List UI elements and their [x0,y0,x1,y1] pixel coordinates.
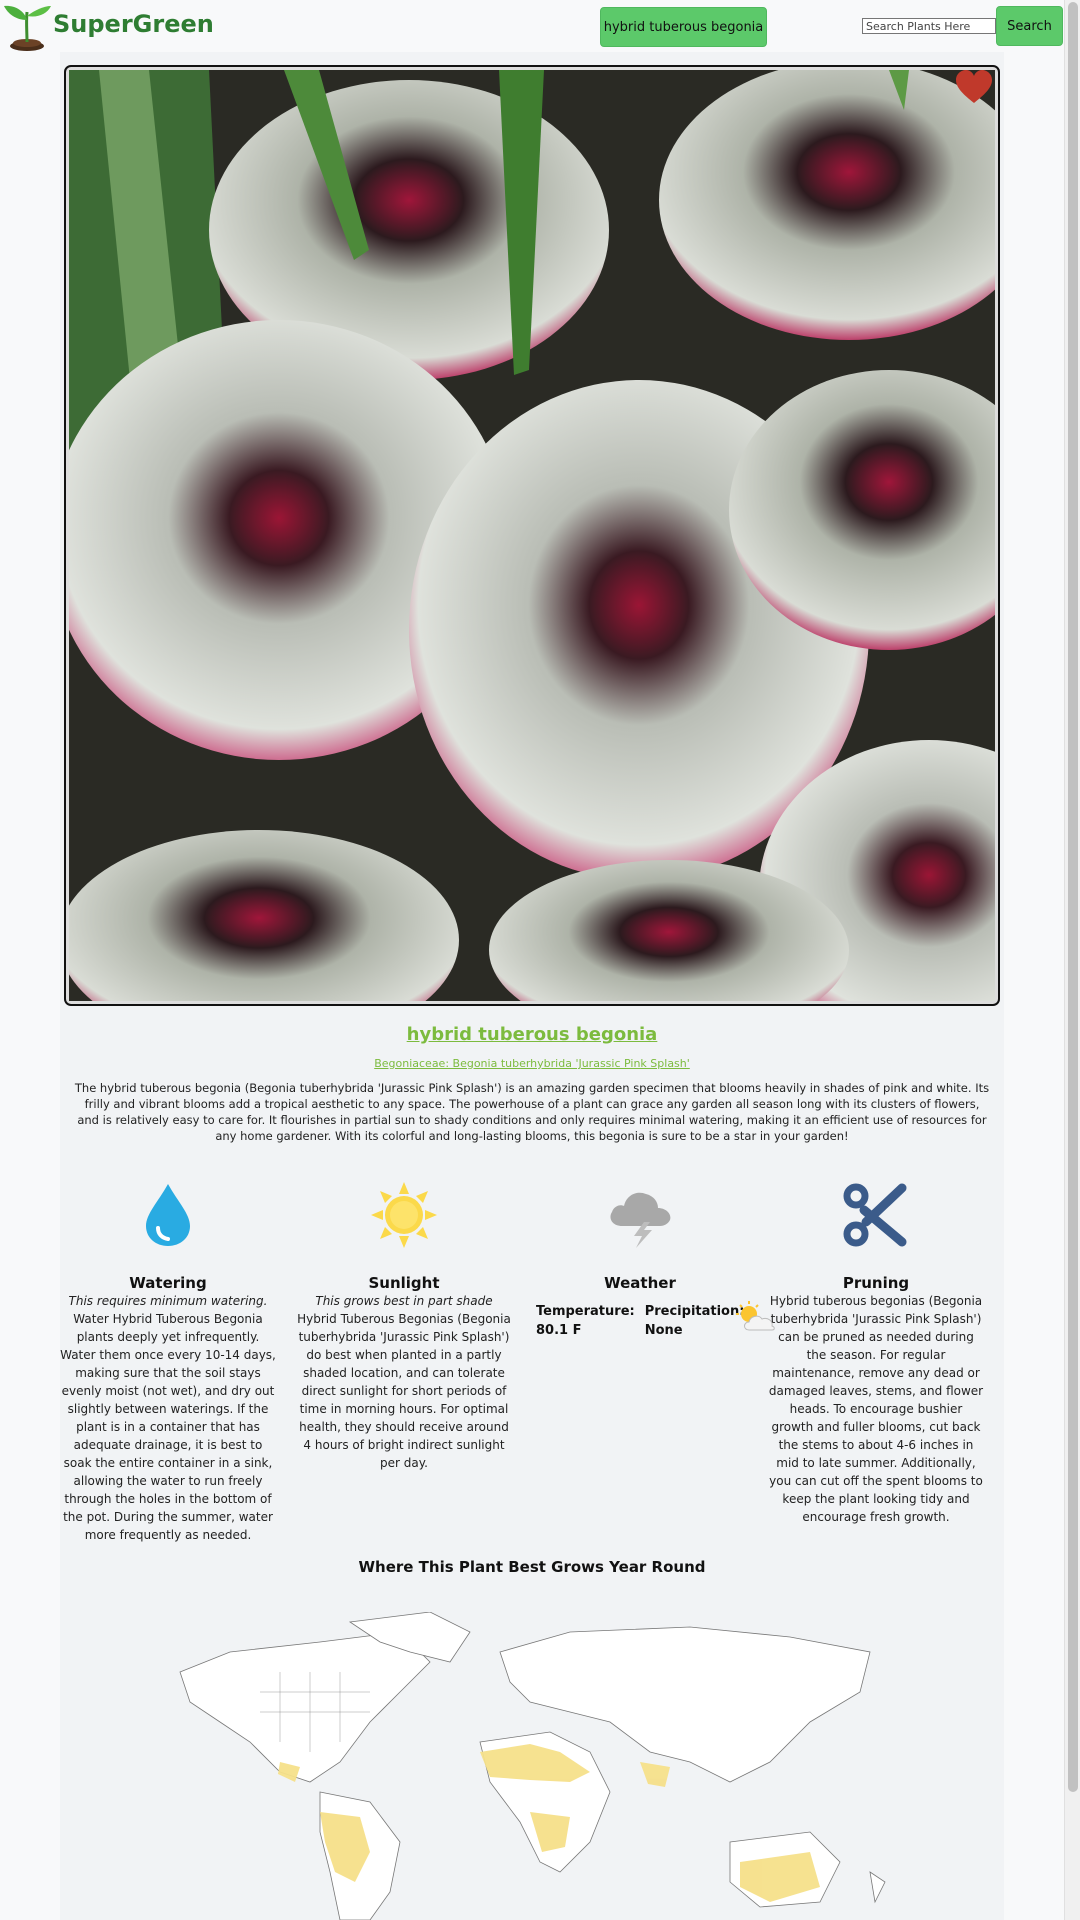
plant-name-link[interactable]: hybrid tuberous begonia [60,1024,1004,1045]
storm-cloud-icon [610,1192,671,1248]
pruning-section: Pruning Hybrid tuberous begonias (Begoni… [768,1182,984,1526]
sunlight-section: Sunlight This grows best in part shade H… [296,1182,512,1472]
favorite-heart-icon[interactable] [955,70,993,104]
watering-section: Watering This requires minimum watering.… [60,1182,276,1544]
precipitation-reading: Precipitation: None [645,1302,745,1340]
watering-summary: This requires minimum watering. [68,1294,268,1308]
watering-details: Water Hybrid Tuberous Begonia plants dee… [60,1312,276,1542]
sun-icon [371,1182,437,1248]
pruning-details: Hybrid tuberous begonias (Begonia tuberh… [768,1294,984,1524]
plant-scientific-link[interactable]: Begoniaceae: Begonia tuberhybrida 'Juras… [60,1057,1004,1070]
page-scrollbar[interactable] [1064,0,1080,1920]
watering-title: Watering [129,1274,207,1292]
sprout-logo-icon[interactable] [2,0,52,52]
growth-map-title: Where This Plant Best Grows Year Round [358,1558,706,1576]
sunlight-summary: This grows best in part shade [315,1294,493,1308]
pruning-title: Pruning [842,1274,910,1292]
sunlight-title: Sunlight [368,1274,440,1292]
plant-photo-frame [64,65,1000,1006]
weather-section: Weather Temperature: 80.1 F Precipitatio… [532,1182,748,1340]
brand-name[interactable]: SuperGreen [53,10,214,38]
water-drop-icon [146,1184,190,1246]
scissors-icon [843,1183,907,1247]
sunlight-details: Hybrid Tuberous Begonias (Begonia tuberh… [297,1312,511,1470]
precipitation-value: None [644,1323,683,1338]
search-input[interactable] [862,18,996,34]
top-navbar: SuperGreen hybrid tuberous begonia Searc… [0,0,1063,52]
weather-readings: Temperature: 80.1 F Precipitation: None [532,1302,748,1340]
world-growth-map [179,1612,886,1920]
temperature-label: Temperature: [536,1304,635,1319]
plant-description: The hybrid tuberous begonia (Begonia tub… [74,1081,990,1143]
scrollbar-thumb[interactable] [1068,2,1078,1792]
current-plant-button[interactable]: hybrid tuberous begonia [600,7,767,47]
plant-photo [69,70,995,1001]
temperature-reading: Temperature: 80.1 F [536,1302,635,1340]
precipitation-label: Precipitation: [644,1304,745,1319]
search-button[interactable]: Search [996,6,1063,46]
temperature-value: 80.1 F [536,1323,582,1338]
weather-title: Weather [604,1274,676,1292]
